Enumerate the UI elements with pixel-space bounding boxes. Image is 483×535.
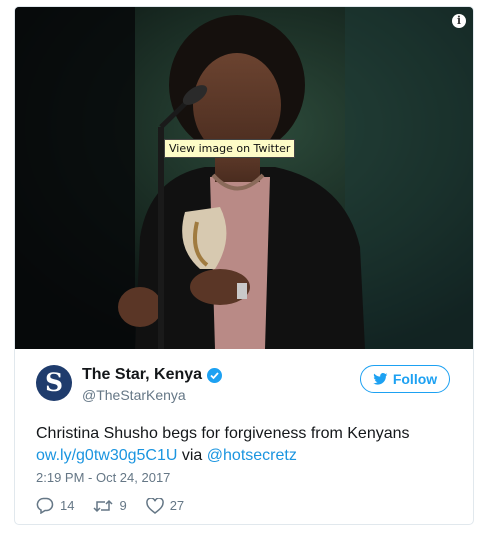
tweet-link[interactable]: ow.ly/g0tw30g5C1U	[36, 447, 177, 464]
mention-link[interactable]: @hotsecretz	[207, 447, 297, 464]
tweet-text: Christina Shusho begs for forgiveness fr…	[36, 423, 456, 467]
tweet-link-line: ow.ly/g0tw30g5C1U via @hotsecretz	[36, 445, 456, 467]
heart-icon	[145, 497, 164, 514]
follow-label: Follow	[392, 371, 438, 387]
stage-photo	[15, 7, 473, 349]
twitter-bird-icon	[373, 373, 388, 385]
tweet-message: Christina Shusho begs for forgiveness fr…	[36, 425, 410, 442]
tweet-actions: 14 9 27	[36, 497, 203, 514]
author-name[interactable]: The Star, Kenya	[82, 366, 202, 384]
via-label: via	[181, 447, 203, 464]
view-image-tooltip: View image on Twitter	[164, 139, 296, 158]
follow-button[interactable]: Follow	[360, 365, 450, 393]
like-count: 27	[169, 498, 185, 513]
verified-badge-icon	[207, 367, 223, 383]
author-name-row: The Star, Kenya	[82, 366, 223, 384]
info-icon[interactable]: i	[452, 14, 466, 28]
embedded-tweet-card: i View image on Twitter S The Star, Keny…	[14, 6, 474, 525]
reply-count: 14	[60, 498, 75, 513]
like-action[interactable]: 27	[145, 497, 185, 514]
tweet-photo[interactable]: i View image on Twitter	[15, 7, 473, 349]
tweet-body: S The Star, Kenya @TheStarKenya Follow C…	[15, 349, 473, 524]
author-handle[interactable]: @TheStarKenya	[82, 387, 186, 403]
reply-icon	[36, 497, 54, 514]
reply-action[interactable]: 14	[36, 497, 74, 514]
retweet-action[interactable]: 9	[93, 498, 127, 513]
avatar[interactable]: S	[36, 365, 72, 401]
tweet-timestamp[interactable]: 2:19 PM - Oct 24, 2017	[36, 470, 170, 485]
retweet-icon	[93, 499, 113, 512]
retweet-count: 9	[119, 498, 127, 513]
